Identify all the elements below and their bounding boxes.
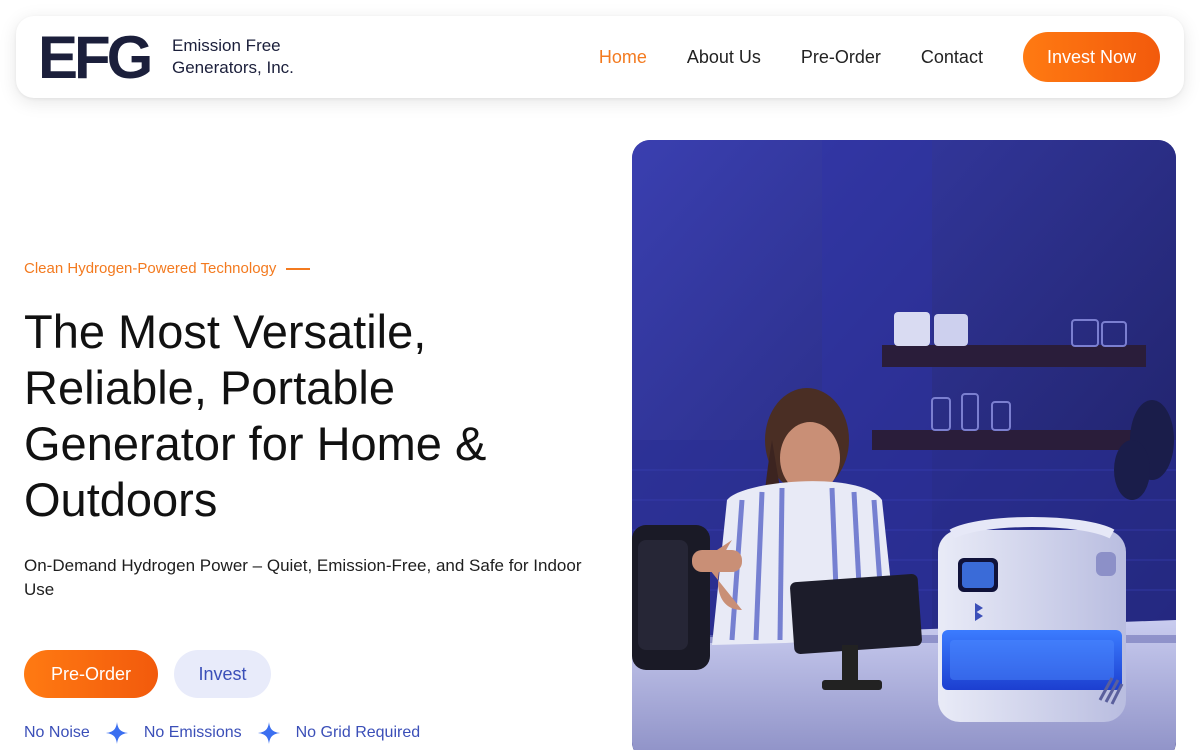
logo-letters: EFG bbox=[38, 30, 150, 84]
sparkle-icon bbox=[105, 722, 128, 744]
nav-contact[interactable]: Contact bbox=[921, 32, 983, 82]
brand-name-line2: Generators, Inc. bbox=[172, 58, 294, 77]
hero-tagline: Clean Hydrogen-Powered Technology bbox=[24, 260, 311, 277]
hero-subhead: On-Demand Hydrogen Power – Quiet, Emissi… bbox=[24, 556, 582, 599]
feature-no-noise: No Noise bbox=[24, 724, 90, 741]
feature-no-emissions: No Emissions bbox=[143, 724, 242, 741]
generator-product bbox=[938, 517, 1126, 722]
brand-logo[interactable]: EFG Emission Free Generators, Inc. bbox=[38, 30, 294, 84]
brand-name-line1: Emission Free bbox=[172, 36, 281, 55]
efg-logo-mark: EFG bbox=[38, 30, 154, 84]
hero-image bbox=[632, 140, 1176, 750]
nav-about-us[interactable]: About Us bbox=[687, 32, 761, 82]
nav-home[interactable]: Home bbox=[599, 32, 647, 82]
invest-now-button[interactable]: Invest Now bbox=[1022, 32, 1160, 82]
kitchen-scene-illustration bbox=[632, 140, 1176, 750]
main-nav: Home About Us Pre-Order Contact Invest N… bbox=[599, 32, 1160, 82]
pre-order-button[interactable]: Pre-Order bbox=[24, 650, 158, 698]
site-header: EFG Emission Free Generators, Inc. Home … bbox=[16, 16, 1184, 98]
feature-no-grid-required: No Grid Required bbox=[295, 724, 421, 741]
nav-pre-order[interactable]: Pre-Order bbox=[801, 32, 881, 82]
brand-name: Emission Free Generators, Inc. bbox=[172, 35, 294, 79]
invest-button[interactable]: Invest bbox=[174, 650, 271, 698]
tagline-dash bbox=[286, 267, 311, 270]
hero-headline: The Most Versatile, Reliable, Portable G… bbox=[24, 305, 487, 526]
hero-tagline-text: Clean Hydrogen-Powered Technology bbox=[24, 260, 277, 277]
feature-list: No Noise No Emissions No Grid Required bbox=[24, 722, 420, 744]
sparkle-icon bbox=[257, 722, 280, 744]
